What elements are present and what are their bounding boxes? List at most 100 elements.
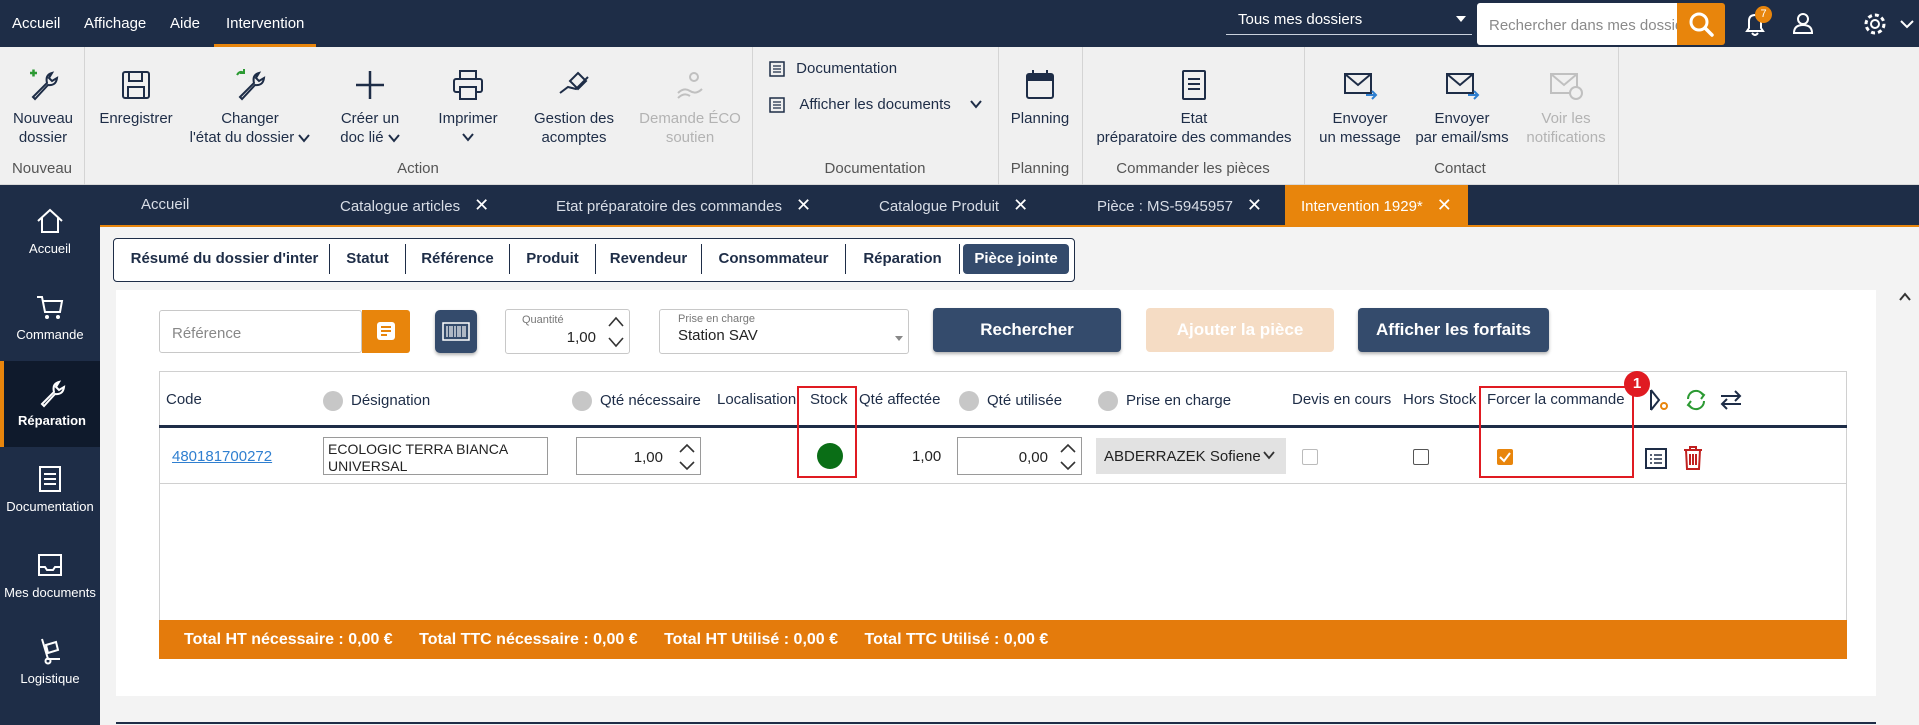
tab-intervention[interactable]: Intervention 1929* ✕ xyxy=(1285,185,1468,225)
quantite-stepper[interactable]: Quantité 1,00 xyxy=(505,309,630,354)
tab-catalogue-produit[interactable]: Catalogue Produit ✕ xyxy=(879,185,1028,225)
imprimer-button[interactable]: Imprimer xyxy=(428,47,508,157)
search-button[interactable] xyxy=(1677,3,1725,45)
close-icon[interactable]: ✕ xyxy=(474,185,489,225)
gestion-acomptes-button[interactable]: Gestion des acomptes xyxy=(526,47,622,157)
ribbon-group-nouveau: Nouveau xyxy=(11,160,73,177)
dossier-scope-select[interactable]: Tous mes dossiers xyxy=(1226,3,1472,35)
edit-pencil-icon[interactable] xyxy=(1098,391,1118,411)
mail-check-icon xyxy=(1550,73,1583,100)
col-header-qte-utilisee[interactable]: Qté utilisée xyxy=(959,391,1062,411)
chevron-down-icon xyxy=(970,100,982,109)
ribbon-group-documentation: Documentation xyxy=(824,160,926,177)
envoyer-message-button[interactable]: Envoyer un message xyxy=(1312,47,1408,157)
col-header-designation[interactable]: Désignation xyxy=(323,391,430,411)
close-icon[interactable]: ✕ xyxy=(1247,185,1262,225)
afficher-forfaits-button[interactable]: Afficher les forfaits xyxy=(1358,308,1549,352)
tab-piece[interactable]: Pièce : MS-5945957 ✕ xyxy=(1097,185,1262,225)
ribbon-group-commander: Commander les pièces xyxy=(1116,160,1270,177)
settings-dropdown-button[interactable] xyxy=(1895,4,1919,44)
row-designation-field[interactable]: ECOLOGIC TERRA BIANCA UNIVERSAL xyxy=(323,437,548,475)
envoyer-message-label-1: Envoyer xyxy=(1332,110,1388,127)
col-header-devis[interactable]: Devis en cours xyxy=(1292,391,1391,408)
forcer-commande-highlight-box xyxy=(1479,386,1634,478)
col-header-hors-stock[interactable]: Hors Stock xyxy=(1403,391,1476,408)
home-icon xyxy=(37,208,63,233)
menu-accueil[interactable]: Accueil xyxy=(0,0,72,47)
search-input[interactable]: Rechercher dans mes dossiers xyxy=(1477,3,1677,45)
row-prise-en-charge-select[interactable]: ABDERRAZEK Sofiene xyxy=(1096,438,1286,474)
col-header-qte-affectee[interactable]: Qté affectée xyxy=(859,391,940,408)
ajouter-piece-button[interactable]: Ajouter la pièce xyxy=(1146,308,1334,352)
afficher-documents-button[interactable]: Afficher les documents xyxy=(768,96,983,120)
col-header-code[interactable]: Code xyxy=(166,391,202,408)
demande-eco-button[interactable]: Demande ÉCO soutien xyxy=(634,47,746,157)
mail-send-icon xyxy=(1446,73,1480,100)
segment-statut[interactable]: Statut xyxy=(330,244,406,274)
nouveau-dossier-button[interactable]: Nouveau dossier xyxy=(4,47,82,157)
stepper-arrows-icon[interactable] xyxy=(606,313,626,351)
menu-affichage[interactable]: Affichage xyxy=(72,0,158,47)
enregistrer-button[interactable]: Enregistrer xyxy=(94,47,178,157)
swap-button[interactable] xyxy=(1718,387,1744,413)
voir-notifications-button[interactable]: Voir les notifications xyxy=(1516,47,1616,157)
reference-input[interactable]: Référence xyxy=(159,310,362,353)
refresh-icon xyxy=(1686,389,1706,411)
menu-aide[interactable]: Aide xyxy=(158,0,212,47)
etat-preparatoire-button[interactable]: Etat préparatoire des commandes xyxy=(1092,47,1296,157)
sidebar-item-reparation[interactable]: Réparation xyxy=(0,361,100,447)
sidebar-item-commande[interactable]: Commande xyxy=(0,275,100,361)
menu-intervention[interactable]: Intervention xyxy=(214,0,317,47)
user-account-button[interactable] xyxy=(1783,4,1823,44)
segment-piece-jointe[interactable]: Pièce jointe xyxy=(963,244,1069,274)
settings-button[interactable] xyxy=(1855,4,1895,44)
segment-reference[interactable]: Référence xyxy=(406,244,510,274)
sidebar-item-documentation[interactable]: Documentation xyxy=(0,447,100,533)
sidebar-item-logistique[interactable]: Logistique xyxy=(0,619,100,705)
col-header-qte-necessaire[interactable]: Qté nécessaire xyxy=(572,391,701,411)
row-delete-button[interactable] xyxy=(1682,445,1704,471)
reference-list-button[interactable] xyxy=(362,310,410,353)
refresh-button[interactable] xyxy=(1683,387,1709,413)
segment-reparation[interactable]: Réparation xyxy=(846,244,960,274)
edit-pencil-icon[interactable] xyxy=(959,391,979,411)
segment-produit[interactable]: Produit xyxy=(510,244,596,274)
creer-doc-button[interactable]: Créer un doc lié xyxy=(330,47,410,157)
row-details-button[interactable] xyxy=(1644,446,1668,470)
sidebar-item-mes-documents[interactable]: Mes documents xyxy=(0,533,100,619)
stepper-arrows-icon[interactable] xyxy=(1058,440,1078,474)
tab-catalogue-articles[interactable]: Catalogue articles ✕ xyxy=(340,185,489,225)
documentation-button[interactable]: Documentation xyxy=(768,60,897,84)
row-qte-utilisee-stepper[interactable]: 0,00 xyxy=(957,437,1082,475)
close-icon[interactable]: ✕ xyxy=(1013,185,1028,225)
sidebar-item-accueil[interactable]: Accueil xyxy=(0,189,100,275)
close-icon[interactable]: ✕ xyxy=(1437,185,1452,225)
tab-accueil[interactable]: Accueil xyxy=(141,185,189,225)
segment-consommateur[interactable]: Consommateur xyxy=(702,244,846,274)
hors-stock-checkbox[interactable] xyxy=(1413,449,1429,465)
notifications-button[interactable]: 7 xyxy=(1735,4,1775,44)
row-qte-affectee: 1,00 xyxy=(912,448,942,465)
planning-button[interactable]: Planning xyxy=(1004,47,1076,157)
edit-pencil-icon[interactable] xyxy=(572,391,592,411)
rechercher-button[interactable]: Rechercher xyxy=(933,308,1121,352)
envoyer-email-button[interactable]: Envoyer par email/sms xyxy=(1412,47,1512,157)
devis-en-cours-checkbox[interactable] xyxy=(1302,449,1318,465)
scroll-up-button[interactable] xyxy=(1898,290,1912,304)
stepper-arrows-icon[interactable] xyxy=(677,440,697,474)
tab-etat-preparatoire[interactable]: Etat préparatoire des commandes ✕ xyxy=(556,185,811,225)
segment-resume[interactable]: Résumé du dossier d'inter xyxy=(120,244,330,274)
close-icon[interactable]: ✕ xyxy=(796,185,811,225)
col-header-prise-en-charge[interactable]: Prise en charge xyxy=(1098,391,1231,411)
total-ht-utilise: Total HT Utilisé : 0,00 € xyxy=(664,631,839,648)
row-qte-necessaire-stepper[interactable]: 1,00 xyxy=(576,437,701,475)
prise-en-charge-select[interactable]: Prise en charge Station SAV xyxy=(659,309,909,354)
segment-revendeur[interactable]: Revendeur xyxy=(596,244,702,274)
barcode-scan-button[interactable] xyxy=(435,310,477,353)
changer-etat-button[interactable]: Changer l'état du dossier xyxy=(186,47,314,157)
nouveau-label-1: Nouveau xyxy=(12,110,74,127)
row-code-link[interactable]: 480181700272 xyxy=(172,448,272,465)
col-header-localisation[interactable]: Localisation xyxy=(717,391,796,408)
edit-pencil-icon[interactable] xyxy=(323,391,343,411)
column-chooser-button[interactable] xyxy=(1648,387,1670,413)
